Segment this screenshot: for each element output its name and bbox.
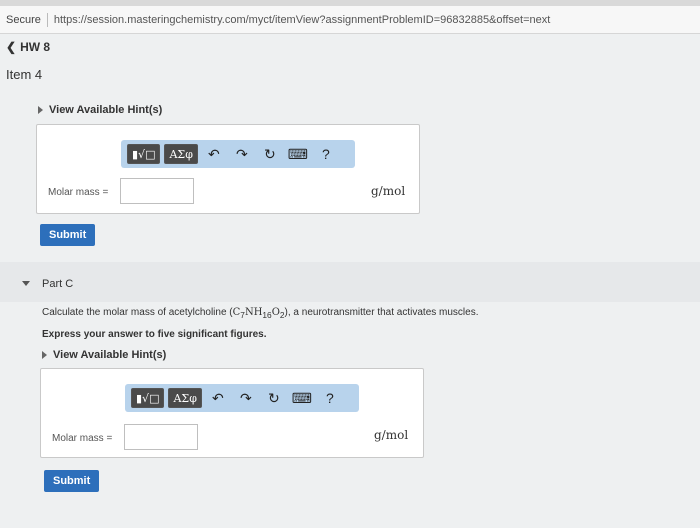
hints-toggle-b[interactable]: View Available Hint(s) [38, 104, 162, 116]
submit-button-c[interactable]: Submit [44, 470, 100, 492]
redo-icon[interactable]: ↷ [230, 144, 254, 164]
redo-icon[interactable]: ↷ [234, 388, 258, 408]
answer-panel-c [40, 368, 424, 458]
unit-label-b: g/mol [371, 184, 406, 198]
help-button[interactable]: ? [314, 144, 338, 164]
templates-button[interactable]: ▮√□ [131, 388, 165, 408]
formula-o: O [271, 307, 280, 318]
secure-label: Secure [6, 13, 41, 26]
undo-icon[interactable]: ↶ [206, 388, 230, 408]
submit-button-b[interactable]: Submit [40, 224, 96, 246]
item-title: Item 4 [6, 67, 43, 82]
caret-right-icon [42, 351, 47, 359]
address-divider [46, 12, 48, 27]
help-button[interactable]: ? [318, 388, 342, 408]
hints-label-b: View Available Hint(s) [49, 104, 163, 116]
molar-mass-label-b: Molar mass = [48, 187, 109, 198]
part-c-header[interactable] [0, 262, 700, 302]
hints-toggle-c[interactable]: View Available Hint(s) [42, 349, 166, 361]
keyboard-icon[interactable]: ⌨ [290, 388, 314, 408]
unit-label-c: g/mol [374, 428, 409, 442]
keyboard-icon[interactable]: ⌨ [286, 144, 310, 164]
question-text-post: ), a neurotransmitter that activates mus… [284, 307, 479, 318]
part-c-question: Calculate the molar mass of acetylcholin… [42, 307, 479, 320]
question-text-pre: Calculate the molar mass of acetylcholin… [42, 307, 233, 318]
url-text[interactable]: https://session.masteringchemistry.com/m… [54, 14, 550, 26]
formula-nh: NH [244, 307, 263, 318]
undo-icon[interactable]: ↶ [202, 144, 226, 164]
molar-mass-label-c: Molar mass = [52, 433, 113, 444]
reset-icon[interactable]: ↻ [262, 388, 286, 408]
hints-label-c: View Available Hint(s) [53, 349, 167, 361]
molar-mass-input-b[interactable] [120, 178, 194, 204]
greek-symbols-button[interactable]: ΑΣφ [164, 144, 198, 164]
templates-button[interactable]: ▮√□ [127, 144, 161, 164]
back-link[interactable]: ❮ HW 8 [6, 40, 50, 54]
caret-right-icon [38, 106, 43, 114]
molar-mass-input-c[interactable] [124, 424, 198, 450]
answer-panel-b [36, 124, 420, 214]
caret-down-icon[interactable] [22, 281, 30, 286]
part-c-title: Part C [42, 278, 74, 290]
part-c-instruction: Express your answer to five significant … [42, 329, 267, 340]
address-bar[interactable]: Secure https://session.masteringchemistr… [0, 6, 700, 34]
math-toolbar-b: ▮√□ ΑΣφ ↶ ↷ ↻ ⌨ ? [121, 140, 355, 168]
reset-icon[interactable]: ↻ [258, 144, 282, 164]
greek-symbols-button[interactable]: ΑΣφ [168, 388, 202, 408]
chevron-left-icon: ❮ [6, 40, 17, 54]
formula-h-sub: 16 [262, 310, 272, 320]
back-link-label: HW 8 [20, 40, 51, 54]
math-toolbar-c: ▮√□ ΑΣφ ↶ ↷ ↻ ⌨ ? [125, 384, 359, 412]
